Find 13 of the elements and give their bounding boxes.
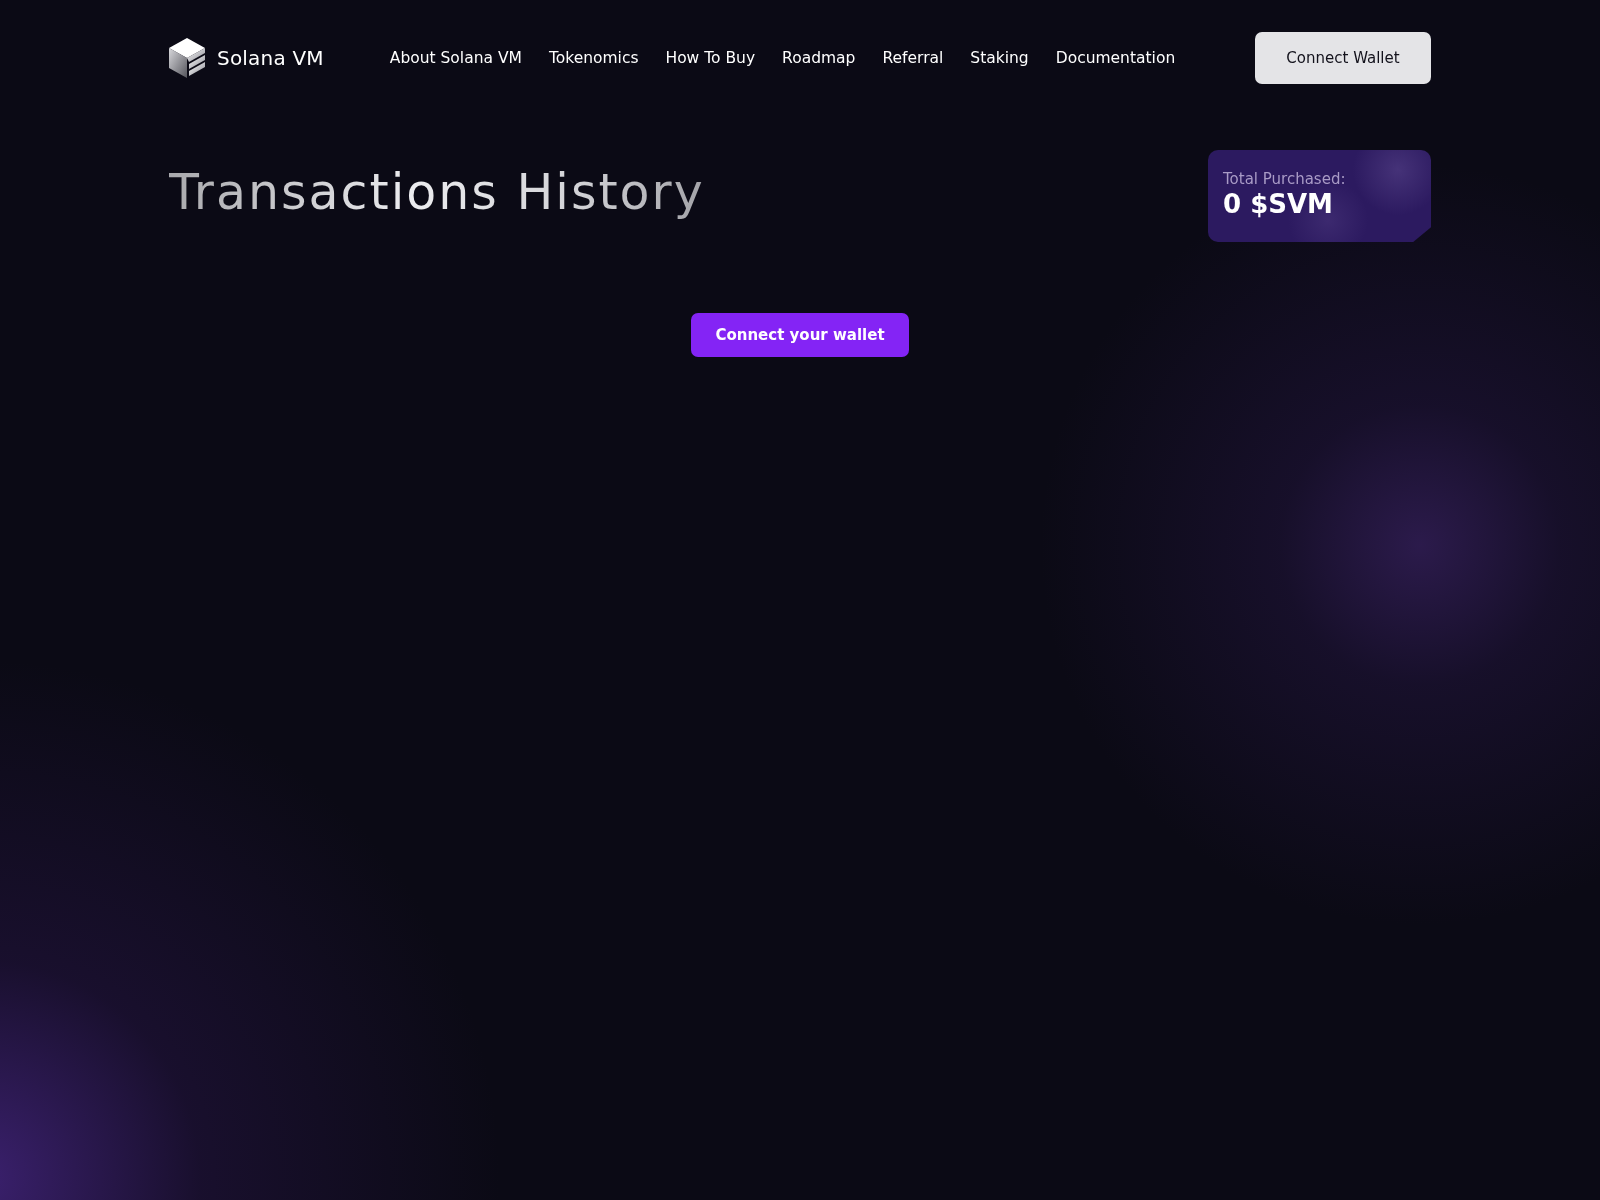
nav-link[interactable]: Tokenomics <box>548 49 639 67</box>
nav-link[interactable]: How To Buy <box>665 49 756 67</box>
nav-link[interactable]: Referral <box>882 49 944 67</box>
connect-your-wallet-button[interactable]: Connect your wallet <box>691 313 909 357</box>
nav-link[interactable]: About Solana VM <box>389 49 522 67</box>
nav-link[interactable]: Staking <box>970 49 1029 67</box>
card-value: 0 $SVM <box>1223 190 1333 219</box>
cube-logo-icon <box>169 38 205 78</box>
connect-wallet-button[interactable]: Connect Wallet <box>1255 32 1431 84</box>
card-label: Total Purchased: <box>1223 170 1346 188</box>
nav-link[interactable]: Documentation <box>1055 49 1176 67</box>
brand-logo[interactable]: Solana VM <box>169 38 324 78</box>
nav-link[interactable]: Roadmap <box>782 49 856 67</box>
